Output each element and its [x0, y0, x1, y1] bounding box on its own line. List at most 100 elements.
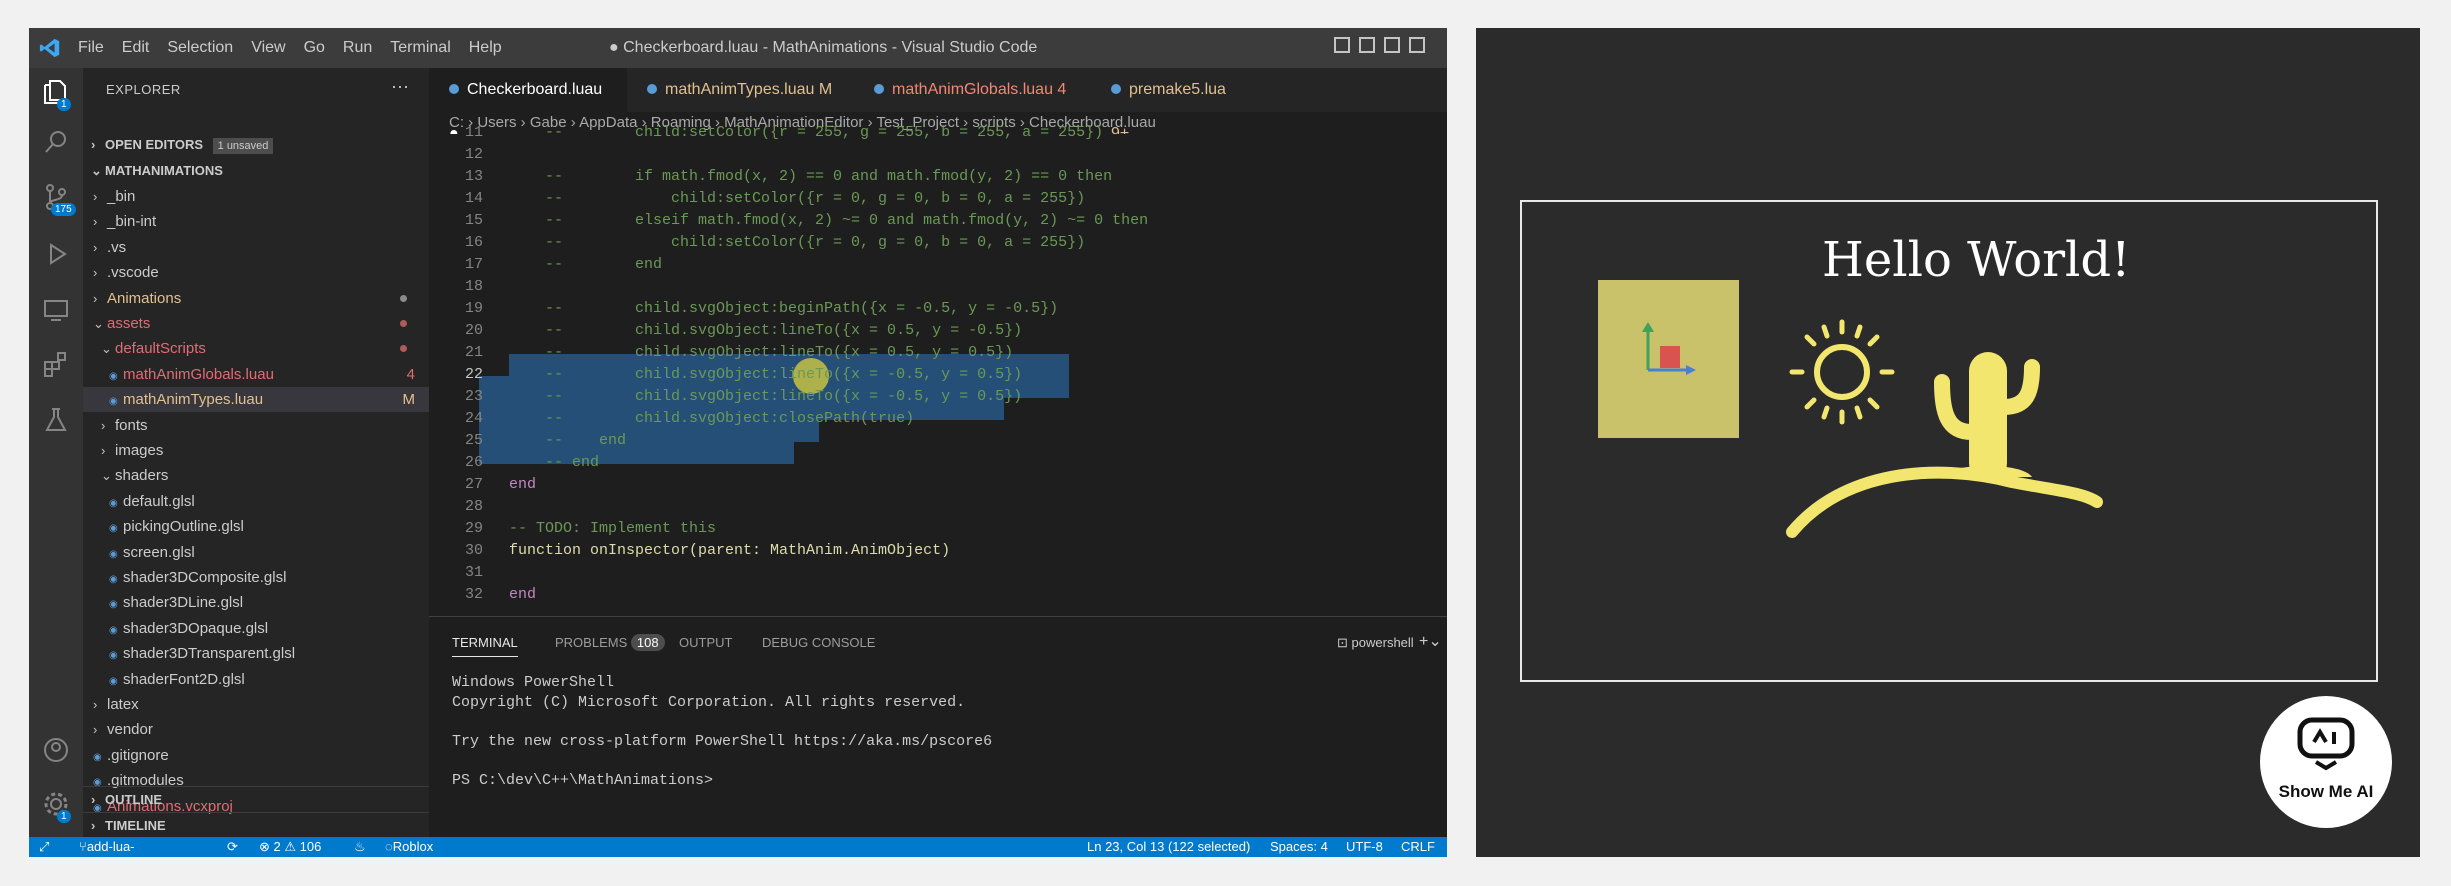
vscode-window: File Edit Selection View Go Run Terminal… [29, 28, 1447, 857]
file-icon: ◉ [109, 599, 118, 611]
tree-item-label: pickingOutline.glsl [123, 518, 244, 536]
tree-folder[interactable]: › Animations [83, 286, 429, 311]
tree-item-label: vendor [107, 721, 153, 739]
menu-run[interactable]: Run [343, 39, 372, 57]
eol-indicator[interactable]: CRLF [1401, 837, 1435, 857]
tree-file[interactable]: ◉ shaderFont2D.glsl [83, 667, 429, 692]
file-icon: ◉ [109, 675, 118, 687]
tree-item-label: _bin [107, 188, 136, 205]
search-icon[interactable] [42, 128, 70, 156]
account-icon[interactable] [42, 736, 70, 764]
tree-folder[interactable]: › .vs [83, 235, 429, 260]
remote-explorer-icon[interactable] [42, 296, 70, 324]
lsp-name: Roblox LSP [392, 839, 434, 854]
encoding-indicator[interactable]: UTF-8 [1346, 837, 1383, 857]
tree-file[interactable]: ◉ shader3DOpaque.glsl [83, 616, 429, 641]
code-text: -- child:setColor({r = 0, g = 0, b = 0, … [509, 190, 1086, 207]
toggle-sidebar-icon[interactable] [1334, 37, 1350, 53]
lua-file-icon [449, 84, 459, 94]
lsp-indicator[interactable]: ◌ Roblox LSP [385, 837, 433, 857]
code-editor[interactable]: 11 -- child:setColor({r = 255, g = 255, … [429, 124, 1447, 604]
indentation-indicator[interactable]: Spaces: 4 [1270, 837, 1328, 857]
tab-label: premake5.lua [1129, 81, 1226, 98]
more-actions-icon[interactable]: ··· [391, 76, 409, 97]
code-text: -- child.svgObject:lineTo({x = -0.5, y =… [509, 366, 1023, 383]
tree-file[interactable]: ◉ screen.glsl [83, 540, 429, 565]
menu-selection[interactable]: Selection [167, 39, 233, 57]
code-text: end [509, 476, 537, 493]
menu-go[interactable]: Go [304, 39, 325, 57]
branch-indicator[interactable]: ⑂ add-lua-scripting* [79, 837, 135, 857]
tree-file[interactable]: ◉ mathAnimTypes.luau M [83, 387, 429, 413]
tab-debug-console[interactable]: DEBUG CONSOLE [762, 635, 875, 650]
explorer-sidebar: EXPLORER ··· › OPEN EDITORS 1 unsaved ⌄ MA… [83, 68, 429, 837]
tree-folder[interactable]: › latex [83, 692, 429, 717]
menu-file[interactable]: File [78, 39, 104, 57]
new-terminal-icon[interactable]: +⌄ [1419, 631, 1442, 651]
cursor-position[interactable]: Ln 23, Col 13 (122 selected) [1087, 837, 1250, 857]
tree-item-label: images [115, 442, 164, 459]
line-number: 28 [464, 498, 483, 515]
code-text: -- TODO: Implement this [509, 520, 717, 537]
menu-terminal[interactable]: Terminal [390, 39, 450, 57]
run-debug-icon[interactable] [42, 240, 70, 268]
tab-terminal[interactable]: TERMINAL [452, 635, 518, 657]
testing-icon[interactable] [42, 406, 70, 434]
tab-checkerboard[interactable]: Checkerboard.luau ● [429, 68, 627, 142]
tree-file[interactable]: ◉ pickingOutline.glsl [83, 514, 429, 539]
tree-folder[interactable]: ⌄ defaultScripts [83, 336, 429, 361]
tab-mathanimtypes[interactable]: mathAnimTypes.luau M [627, 68, 854, 112]
chevron-right-icon: › [93, 189, 98, 204]
code-text: end [509, 586, 537, 603]
tree-folder[interactable]: › .vscode [83, 260, 429, 285]
tree-file[interactable]: ◉ .gitignore [83, 743, 429, 768]
line-number: 11 [464, 124, 483, 141]
code-text: -- child.svgObject:lineTo({x = 0.5, y = … [509, 344, 1014, 361]
remote-indicator-icon[interactable]: ⤢ [39, 837, 49, 857]
tree-item-label: shader3DComposite.glsl [123, 569, 287, 586]
tree-item-label: default.glsl [123, 492, 195, 510]
tree-file[interactable]: ◉ shader3DComposite.glsl [83, 565, 429, 590]
tab-premake5[interactable]: premake5.lua 9+ [1091, 68, 1261, 142]
tree-folder[interactable]: › vendor [83, 717, 429, 742]
outline-section[interactable]: › OUTLINE [83, 786, 429, 812]
menu-view[interactable]: View [251, 39, 285, 57]
menu-help[interactable]: Help [469, 39, 502, 57]
toggle-panel-icon[interactable] [1359, 37, 1375, 53]
menu-edit[interactable]: Edit [122, 39, 150, 57]
tree-folder[interactable]: ⌄ shaders [83, 463, 429, 488]
tree-folder[interactable]: ⌄ assets [83, 311, 429, 336]
sync-icon[interactable]: ⟳ [227, 837, 238, 857]
tab-mathanimglobals[interactable]: mathAnimGlobals.luau 4 [854, 68, 1091, 112]
tree-folder[interactable]: › _bin-int [83, 209, 429, 234]
workspace-root[interactable]: ⌄ MATHANIMATIONS [83, 158, 429, 183]
tree-folder[interactable]: › fonts [83, 413, 429, 438]
tree-file[interactable]: ◉ shader3DTransparent.glsl [83, 641, 429, 666]
open-editors-section[interactable]: › OPEN EDITORS 1 unsaved [83, 132, 429, 157]
tree-file[interactable]: ◉ mathAnimGlobals.luau 4 [83, 362, 429, 387]
tree-file[interactable]: ◉ shader3DLine.glsl [83, 590, 429, 615]
chevron-right-icon: › [101, 417, 106, 433]
tab-problems[interactable]: PROBLEMS 108 [555, 634, 665, 651]
line-number: 19 [464, 300, 483, 317]
problems-indicator[interactable]: ⊗ 2 ⚠ 106 [259, 837, 321, 857]
yellow-square [1598, 280, 1739, 438]
timeline-section[interactable]: › TIMELINE [83, 812, 429, 838]
bottom-panel: TERMINAL PROBLEMS 108 OUTPUT DEBUG CONSO… [429, 616, 1447, 838]
terminal-profile[interactable]: ⊡ powershell [1337, 635, 1414, 651]
transform-gizmo-icon [1642, 322, 1696, 375]
code-text: -- if math.fmod(x, 2) == 0 and math.fmod… [509, 168, 1113, 185]
tree-file[interactable]: ◉ default.glsl [83, 489, 429, 514]
tree-folder[interactable]: › images [83, 438, 429, 463]
tab-output[interactable]: OUTPUT [679, 635, 732, 650]
line-number: 27 [464, 476, 483, 493]
line-number: 22 [464, 366, 483, 383]
tree-folder[interactable]: › _bin [83, 184, 429, 209]
line-number: 16 [464, 234, 483, 251]
toggle-secondary-sidebar-icon[interactable] [1384, 37, 1400, 53]
terminal-icon: ⊡ [1337, 635, 1348, 650]
customize-layout-icon[interactable] [1409, 37, 1425, 53]
animation-preview: Hello World! Show Me AI [1476, 28, 2420, 857]
extensions-icon[interactable] [42, 350, 70, 378]
tree-item-label: shaderFont2D.glsl [123, 670, 245, 688]
